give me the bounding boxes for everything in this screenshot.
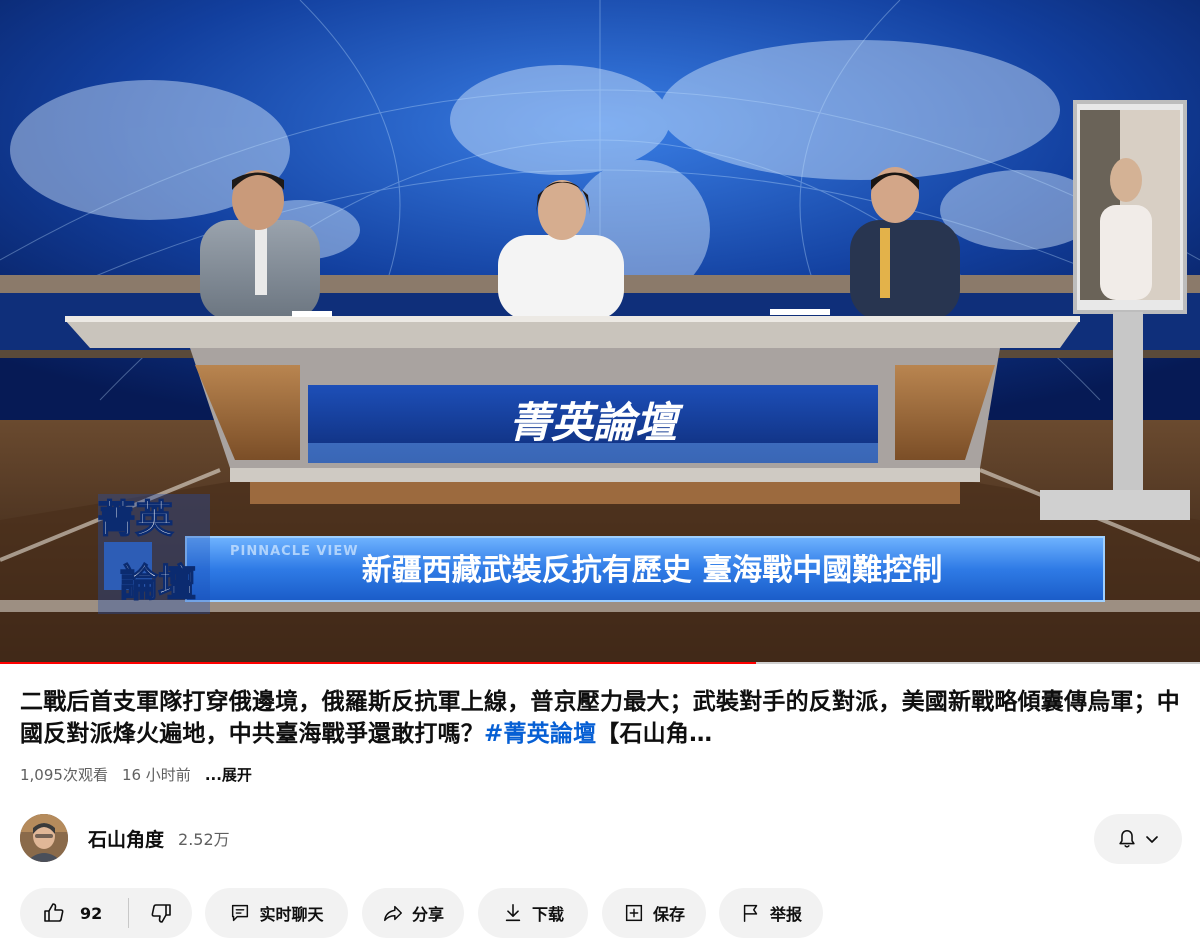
hashtag-link[interactable]: #菁英論壇: [484, 721, 596, 747]
channel-row: 石山角度 2.52万: [20, 812, 230, 864]
subscribe-bell-button[interactable]: [1094, 814, 1182, 864]
bell-icon: [1119, 829, 1135, 848]
share-button[interactable]: 分享: [362, 888, 464, 938]
channel-avatar[interactable]: [20, 814, 68, 862]
video-meta: 1,095次观看 16 小时前 ...展开: [20, 764, 252, 785]
video-player[interactable]: 菁英論壇 PINNACLE VIEW 新疆西藏武裝反抗有歷史 臺海戰中國難控制 …: [0, 0, 1200, 664]
like-count: 92: [80, 903, 103, 923]
share-icon: [384, 905, 402, 922]
video-title-tail: 【石山角…: [596, 721, 713, 747]
report-label: 举报: [769, 905, 802, 924]
chevron-down-icon: [1146, 836, 1158, 843]
download-label: 下载: [531, 905, 564, 924]
like-button[interactable]: 92: [20, 888, 128, 938]
desk-show-logo: 菁英論壇: [509, 398, 684, 447]
subscriber-count: 2.52万: [178, 830, 230, 849]
watermark: PINNACLE VIEW: [230, 544, 359, 559]
lower-third-headline: 新疆西藏武裝反抗有歷史 臺海戰中國難控制: [362, 553, 942, 588]
view-count: 1,095次观看: [20, 766, 108, 784]
video-frame: 菁英論壇 PINNACLE VIEW 新疆西藏武裝反抗有歷史 臺海戰中國難控制 …: [0, 0, 1200, 664]
expand-description-button[interactable]: ...展开: [205, 764, 252, 785]
save-label: 保存: [652, 905, 685, 924]
live-chat-label: 实时聊天: [259, 905, 324, 924]
dislike-button[interactable]: [129, 888, 192, 938]
live-chat-button[interactable]: 实时聊天: [205, 888, 348, 938]
save-icon: [625, 904, 643, 922]
flag-icon: [743, 904, 758, 922]
like-dislike-group: 92: [20, 888, 192, 938]
avatar-image: [20, 814, 68, 862]
report-button[interactable]: 举报: [719, 888, 823, 938]
channel-name[interactable]: 石山角度: [88, 825, 164, 852]
video-title: 二戰后首支軍隊打穿俄邊境，俄羅斯反抗軍上線，普京壓力最大；武裝對手的反對派，美國…: [20, 686, 1180, 750]
video-progress-bar[interactable]: [0, 662, 1200, 664]
upload-time: 16 小时前: [121, 766, 191, 784]
video-progress-fill: [0, 662, 756, 664]
thumb-up-icon: [44, 903, 64, 922]
thumb-down-icon: [151, 904, 171, 923]
chat-icon: [232, 904, 249, 922]
save-button[interactable]: 保存: [602, 888, 706, 938]
share-label: 分享: [411, 905, 444, 924]
download-icon: [505, 903, 521, 922]
download-button[interactable]: 下载: [478, 888, 588, 938]
